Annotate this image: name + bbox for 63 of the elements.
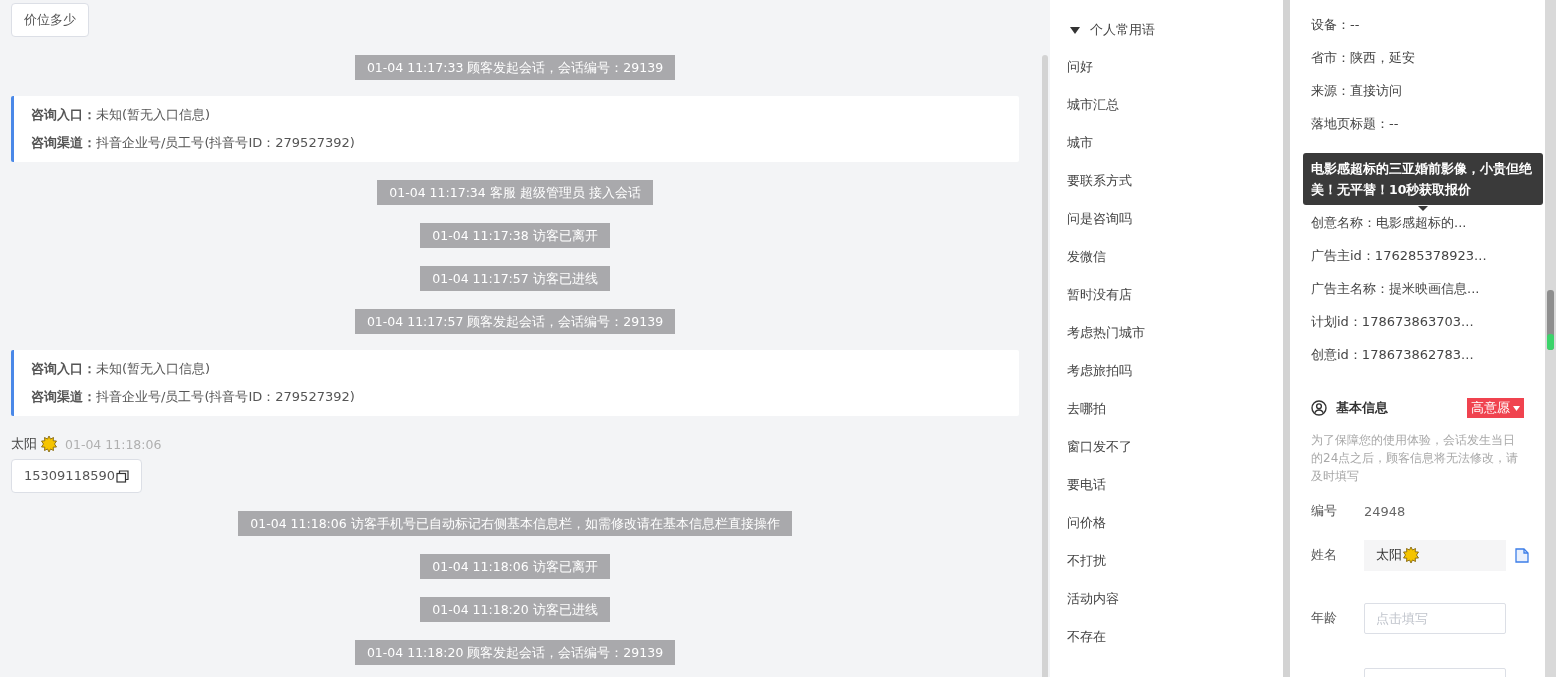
caret-icon bbox=[1513, 405, 1520, 411]
field-value: 24948 bbox=[1364, 503, 1406, 519]
tooltip-arrow-icon bbox=[1418, 206, 1428, 211]
system-message: 01-04 11:17:33 顾客发起会话，会话编号：29139 bbox=[354, 55, 676, 80]
message-time: 01-04 11:18:06 bbox=[65, 436, 162, 452]
phrase-item[interactable]: 发微信 bbox=[1067, 238, 1283, 276]
phrase-item[interactable]: 要电话 bbox=[1067, 466, 1283, 504]
info-field: 广告主id：176285378923... bbox=[1311, 245, 1545, 278]
notice-text: 为了保障您的使用体验，会话发生当日的24点之后，顾客信息将无法修改，请及时填写 bbox=[1311, 432, 1520, 485]
info-field: 设备：-- bbox=[1311, 14, 1545, 47]
copy-icon[interactable] bbox=[116, 469, 129, 483]
info-field: 创意id：178673862783... bbox=[1311, 344, 1545, 377]
info-line: 咨询入口：未知(暂无入口信息) bbox=[31, 360, 212, 378]
phrase-item[interactable]: 活动内容 bbox=[1067, 580, 1283, 618]
phrase-item[interactable]: 问好 bbox=[1067, 48, 1283, 86]
section-title: 基本信息 bbox=[1336, 399, 1389, 417]
sun-icon bbox=[1403, 547, 1419, 563]
phrase-group-header[interactable]: 个人常用语 bbox=[1067, 17, 1155, 43]
system-message: 01-04 11:18:20 顾客发起会话，会话编号：29139 bbox=[354, 640, 676, 665]
tooltip: 电影感超标的三亚婚前影像，小贵但绝美！无平替！10秒获取报价 bbox=[1303, 153, 1543, 205]
info-field: 落地页标题：-- bbox=[1311, 113, 1545, 146]
system-message: 01-04 11:17:57 顾客发起会话，会话编号：29139 bbox=[354, 309, 676, 334]
system-message: 01-04 11:18:06 访客已离开 bbox=[420, 554, 610, 579]
phrase-item[interactable]: 暂时没有店 bbox=[1067, 276, 1283, 314]
scrollbar[interactable] bbox=[1042, 55, 1048, 677]
info-line: 咨询入口：未知(暂无入口信息) bbox=[31, 106, 212, 124]
phrase-item[interactable]: 城市 bbox=[1067, 124, 1283, 162]
info-line: 咨询渠道：抖音企业号/员工号(抖音号ID：279527392) bbox=[31, 388, 356, 406]
phrase-item[interactable]: 问价格 bbox=[1067, 504, 1283, 542]
info-field: 计划id：178673863703... bbox=[1311, 311, 1545, 344]
phrase-item[interactable]: 去哪拍 bbox=[1067, 390, 1283, 428]
system-message: 01-04 11:18:06 访客手机号已自动标记右侧基本信息栏，如需修改请在基本信息栏直接操作 bbox=[238, 511, 792, 536]
sun-icon bbox=[41, 436, 57, 452]
system-message: 01-04 11:17:34 客服 超级管理员 接入会话 bbox=[377, 180, 653, 205]
info-line: 咨询渠道：抖音企业号/员工号(抖音号ID：279527392) bbox=[31, 134, 356, 152]
scrollbar[interactable] bbox=[1283, 0, 1290, 677]
phrase-item[interactable]: 问是咨询吗 bbox=[1067, 200, 1283, 238]
user-icon bbox=[1311, 400, 1327, 416]
age-field[interactable]: 点击填写 bbox=[1364, 602, 1506, 634]
caret-icon bbox=[1070, 26, 1080, 34]
system-message: 01-04 11:17:57 访客已进线 bbox=[420, 266, 610, 291]
phrase-item[interactable]: 不打扰 bbox=[1067, 542, 1283, 580]
scrollbar[interactable] bbox=[1547, 290, 1554, 350]
phrase-item[interactable]: 窗口发不了 bbox=[1067, 428, 1283, 466]
phrase-item[interactable]: 考虑热门城市 bbox=[1067, 314, 1283, 352]
field-label: 编号 bbox=[1311, 502, 1338, 520]
field-label: 姓名 bbox=[1311, 546, 1338, 564]
phrase-item[interactable]: 城市汇总 bbox=[1067, 86, 1283, 124]
system-message: 01-04 11:17:38 访客已离开 bbox=[420, 223, 610, 248]
message-bubble: 价位多少 bbox=[11, 3, 89, 37]
phrase-item[interactable]: 不存在 bbox=[1067, 618, 1283, 656]
info-field: 省市：陕西，延安 bbox=[1311, 47, 1545, 80]
info-field: 来源：直接访问 bbox=[1311, 80, 1545, 113]
phrase-item[interactable]: 要联系方式 bbox=[1067, 162, 1283, 200]
phone-number: 15309118590 bbox=[24, 467, 115, 485]
name-field[interactable]: 太阳 bbox=[1364, 539, 1506, 571]
system-message: 01-04 11:18:20 访客已进线 bbox=[420, 597, 610, 622]
phrase-item[interactable]: 考虑旅拍吗 bbox=[1067, 352, 1283, 390]
intent-dropdown[interactable]: 高意愿 bbox=[1467, 398, 1524, 418]
info-field: 广告主名称：提米映画信息... bbox=[1311, 278, 1545, 311]
info-field: 创意名称：电影感超标的... bbox=[1311, 212, 1545, 245]
field-label: 年龄 bbox=[1311, 609, 1338, 627]
sender-name: 太阳 bbox=[11, 435, 37, 453]
